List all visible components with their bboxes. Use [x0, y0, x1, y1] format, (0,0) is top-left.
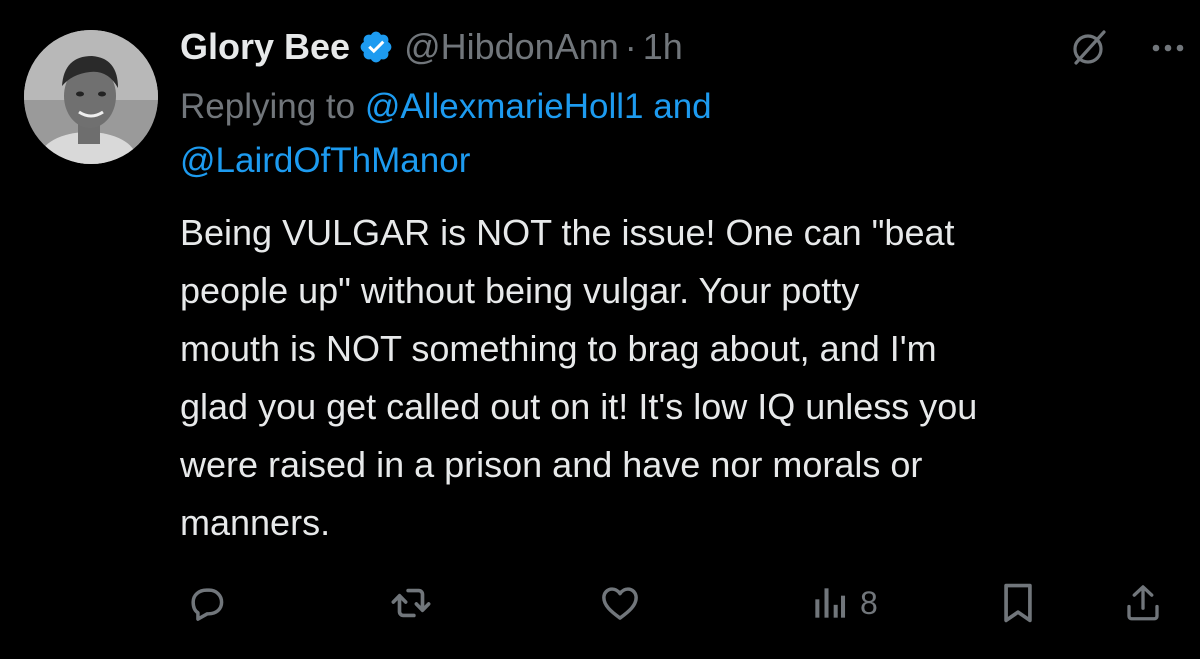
avatar-image [24, 30, 158, 164]
like-button[interactable] [598, 578, 642, 628]
tweet-actions: 8 [180, 578, 1170, 628]
reply-mention-link[interactable]: @LairdOfThManor [180, 141, 470, 180]
replying-prefix: Replying to [180, 87, 365, 126]
reply-mention-link[interactable]: @AllexmarieHoll1 [365, 87, 644, 126]
tweet[interactable]: Glory Bee @HibdonAnn · 1h Replying to @A… [0, 0, 1200, 659]
timestamp[interactable]: 1h [643, 26, 683, 68]
separator-dot: · [624, 26, 637, 67]
header-actions [1068, 28, 1188, 77]
tweet-text: Being VULGAR is NOT the issue! One can "… [180, 212, 978, 543]
views-button[interactable]: 8 [810, 578, 878, 628]
reply-button[interactable] [184, 578, 228, 628]
views-count: 8 [860, 584, 878, 621]
tweet-content: Glory Bee @HibdonAnn · 1h Replying to @A… [180, 18, 1184, 552]
more-icon[interactable] [1148, 28, 1188, 77]
author-name[interactable]: Glory Bee [180, 26, 350, 68]
replying-to: Replying to @AllexmarieHoll1 and @LairdO… [180, 80, 1180, 188]
like-icon [598, 581, 642, 625]
tweet-header: Glory Bee @HibdonAnn · 1h [180, 18, 1184, 76]
avatar[interactable] [24, 30, 158, 164]
verified-badge-icon [358, 29, 394, 65]
author-handle[interactable]: @HibdonAnn [404, 26, 619, 68]
bookmark-icon [998, 581, 1038, 625]
views-icon [810, 581, 850, 625]
reply-conjunction[interactable]: and [644, 87, 711, 126]
share-button[interactable] [1122, 578, 1164, 628]
reply-icon [184, 581, 228, 625]
share-icon [1122, 581, 1164, 625]
retweet-button[interactable] [388, 578, 434, 628]
bookmark-button[interactable] [998, 578, 1038, 628]
grok-icon[interactable] [1068, 28, 1108, 77]
retweet-icon [388, 580, 434, 626]
